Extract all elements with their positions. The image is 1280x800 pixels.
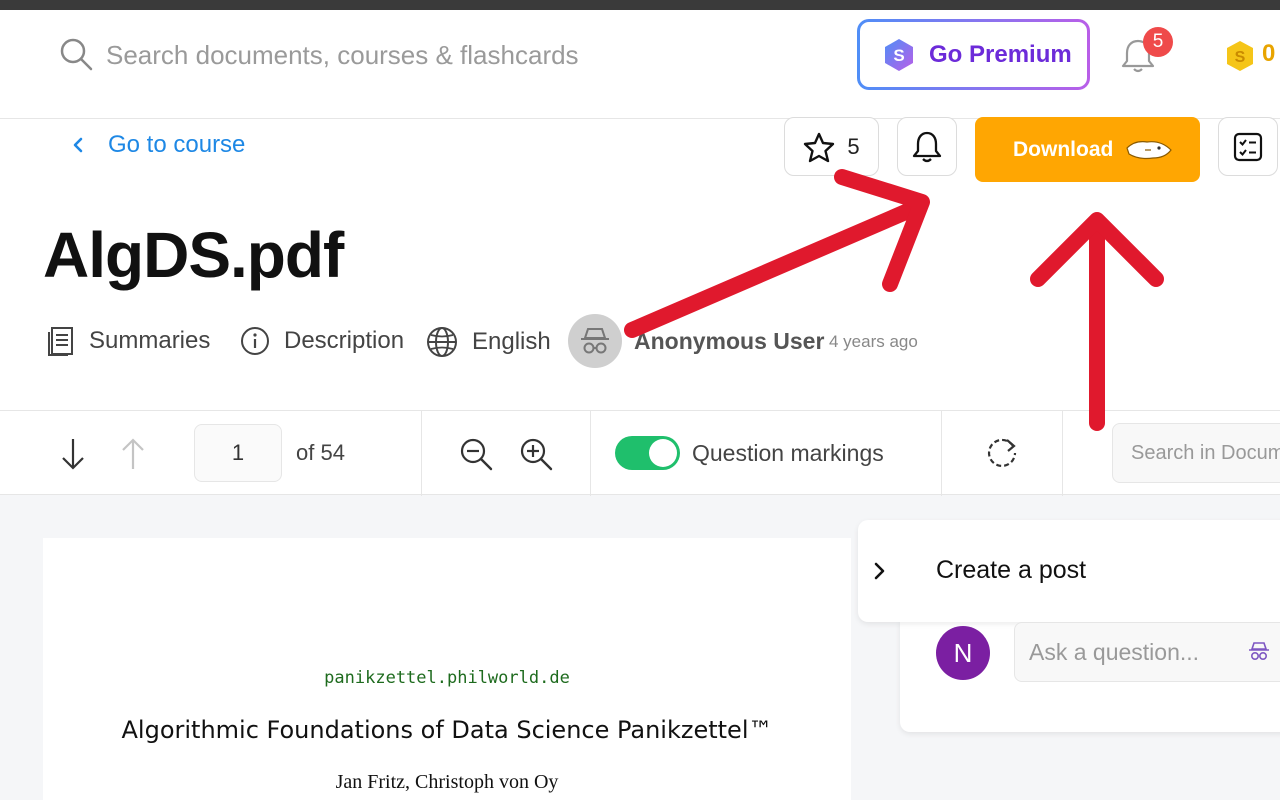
language-label: English [472,328,551,355]
svg-text:S: S [893,46,904,65]
zoom-out-icon[interactable] [459,437,493,471]
description-tag[interactable]: Description [240,326,404,356]
globe-icon [427,327,457,357]
premium-logo-icon: S [885,38,913,71]
arrow-down-icon[interactable] [60,436,86,472]
document-icon [48,327,73,356]
anonymous-toggle-icon[interactable] [1248,641,1270,663]
user-avatar[interactable]: N [936,626,990,680]
document-search-input[interactable] [1112,423,1280,483]
page-number-input[interactable] [194,424,282,482]
pdf-title-text: Algorithmic Foundations of Data Science … [121,716,773,744]
arrow-up-icon[interactable] [120,436,146,472]
summaries-label: Summaries [89,327,211,354]
go-premium-label: Go Premium [929,40,1072,68]
bell-icon [912,131,942,162]
page-total: of 54 [296,440,345,465]
star-rating-button[interactable]: 5 [784,117,879,176]
info-icon [241,327,269,355]
coin-count: 0 [1262,40,1276,67]
zoom-in-icon[interactable] [519,437,553,471]
toolbar-divider [1062,411,1063,496]
language-tag: English [426,326,551,358]
download-button[interactable]: Download [975,117,1200,182]
svg-text:S: S [1235,49,1246,66]
star-count: 5 [847,133,860,159]
notification-count-badge: 5 [1143,27,1173,57]
toolbar-divider [421,411,422,496]
chevron-left-icon [73,137,83,153]
go-to-course-link[interactable]: Go to course [70,131,245,159]
description-label: Description [284,327,405,354]
mascot-icon [1126,140,1173,159]
anonymous-avatar [568,314,622,368]
follow-document-button[interactable] [897,117,957,176]
search-input[interactable] [106,38,666,72]
summaries-tag[interactable]: Summaries [47,326,210,356]
checklist-icon [1233,132,1263,161]
checklist-button[interactable] [1218,117,1278,176]
question-markings-label: Question markings [692,440,884,466]
pdf-url-text: panikzettel.philworld.de [324,668,570,688]
incognito-icon [581,328,609,354]
author-name[interactable]: Anonymous User [634,328,824,355]
upload-time: 4 years ago [829,332,918,351]
search-icon [60,38,93,71]
coin-icon: S [1227,41,1253,71]
star-icon [804,132,835,162]
window-top-strip [0,0,1280,10]
go-to-course-label: Go to course [108,131,246,158]
document-title: AlgDS.pdf [43,219,344,291]
pdf-authors-text: Jan Fritz, Christoph von Oy [335,771,559,793]
viewer-toolbar: of 54 Question markings [0,410,1280,496]
go-premium-button[interactable]: S Go Premium [857,19,1090,90]
chevron-right-icon[interactable] [870,558,890,584]
download-label: Download [1013,137,1114,161]
toolbar-divider [941,411,942,496]
pdf-page: panikzettel.philworld.de Algorithmic Fou… [43,538,851,800]
ask-question-input[interactable] [1014,622,1280,682]
create-post-title: Create a post [936,556,1087,584]
toolbar-divider [590,411,591,496]
rotate-icon[interactable] [985,436,1019,470]
question-markings-toggle[interactable] [615,436,680,470]
